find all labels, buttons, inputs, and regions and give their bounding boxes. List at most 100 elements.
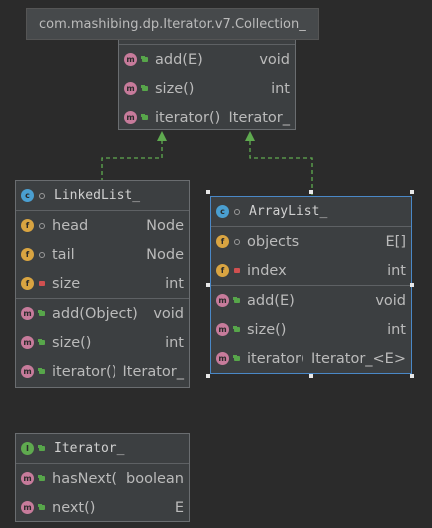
package-visibility-icon [232,207,241,216]
field-name: index [247,262,287,279]
return-type: void [375,292,406,309]
field-icon: f [21,248,34,261]
public-visibility-icon [140,113,149,122]
public-visibility-icon [37,338,46,347]
return-type: boolean [126,470,184,487]
method-icon: m [21,336,34,349]
public-visibility-icon [232,325,241,334]
collection-method-row[interactable]: m add(E) void [119,45,295,74]
public-visibility-icon [140,84,149,93]
resize-handle-ne[interactable] [410,190,414,194]
method-name: size() [247,321,287,338]
linkedlist-class-node[interactable]: c LinkedList_ f head Node f tail Node f … [15,180,190,388]
method-row[interactable]: m size() int [211,315,411,344]
return-type: int [387,321,406,338]
return-type: void [259,51,290,68]
tooltip-text: com.mashibing.dp.Iterator.v7.Collection_ [39,16,306,32]
package-visibility-icon [37,250,46,259]
resize-handle-se[interactable] [410,374,414,378]
method-icon: m [124,53,137,66]
field-icon: f [21,219,34,232]
return-type: void [153,305,184,322]
public-visibility-icon [37,309,46,318]
iterator-interface-node[interactable]: I Iterator_ m hasNext() boolean m next()… [15,433,190,522]
qualified-name-tooltip: com.mashibing.dp.Iterator.v7.Collection_ [26,8,319,40]
public-visibility-icon [37,474,46,483]
method-icon: m [216,294,229,307]
return-type: int [165,334,184,351]
arraylist-arrowhead [245,131,255,141]
method-icon: m [216,323,229,336]
arraylist-class-node[interactable]: c ArrayList_ f objects E[] f index int m… [210,196,412,374]
method-icon: m [21,472,34,485]
method-row[interactable]: m iterator() Iterator_<E> [211,344,411,373]
public-visibility-icon [37,444,46,453]
linkedlist-realization-arrow [101,140,163,182]
collection-method-row[interactable]: m iterator() Iterator_ [119,103,295,132]
field-type: int [387,262,406,279]
return-type: E [174,499,184,516]
interface-header: I Iterator_ [16,434,189,464]
method-icon: m [124,111,137,124]
method-name: iterator() [52,363,115,380]
lock-icon [232,266,241,275]
field-row[interactable]: f objects E[] [211,227,411,256]
class-header: c ArrayList_ [211,197,411,227]
field-row[interactable]: f size int [16,269,189,298]
resize-handle-sw[interactable] [206,374,210,378]
method-name: next() [52,499,96,516]
return-type: int [271,80,290,97]
method-row[interactable]: m size() int [16,328,189,357]
field-name: objects [247,233,300,250]
method-name: iterator() [155,109,221,126]
resize-handle-n[interactable] [309,190,313,194]
field-row[interactable]: f index int [211,256,411,285]
resize-handle-e[interactable] [410,283,414,287]
method-name: add(Object) [52,305,138,322]
method-name: size() [52,334,92,351]
method-name: size() [155,80,195,97]
method-name: add(E) [247,292,295,309]
return-type: Iterator_ [122,363,185,380]
method-name: iterator() [247,350,303,367]
method-row[interactable]: m next() E [16,493,189,522]
field-type: Node [146,217,184,234]
method-icon: m [216,352,229,365]
public-visibility-icon [232,296,241,305]
return-type: Iterator_ [228,109,291,126]
field-type: Node [146,246,184,263]
public-visibility-icon [37,503,46,512]
resize-handle-nw[interactable] [206,190,210,194]
resize-handle-s[interactable] [309,374,313,378]
field-icon: f [216,235,229,248]
method-row[interactable]: m hasNext() boolean [16,464,189,493]
class-title: ArrayList_ [249,204,328,219]
method-icon: m [124,82,137,95]
field-row[interactable]: f head Node [16,211,189,240]
lock-icon [37,279,46,288]
field-row[interactable]: f tail Node [16,240,189,269]
field-type: int [165,275,184,292]
method-row[interactable]: m iterator() Iterator_ [16,357,189,386]
field-type: E[] [385,233,406,250]
public-visibility-icon [232,354,241,363]
method-name: add(E) [155,51,203,68]
field-name: size [52,275,81,292]
collection-method-row[interactable]: m size() int [119,74,295,103]
field-name: tail [52,246,75,263]
class-header: c LinkedList_ [16,181,189,211]
method-row[interactable]: m add(E) void [211,286,411,315]
resize-handle-w[interactable] [206,283,210,287]
interface-title: Iterator_ [54,441,125,456]
method-icon: m [21,307,34,320]
class-icon: c [216,205,229,218]
class-title: LinkedList_ [54,188,141,203]
method-row[interactable]: m add(Object) void [16,299,189,328]
return-type: Iterator_<E> [311,350,406,367]
arraylist-realization-arrow [249,140,313,195]
class-icon: c [21,189,34,202]
interface-icon: I [21,442,34,455]
field-icon: f [216,264,229,277]
package-visibility-icon [232,237,241,246]
package-visibility-icon [37,191,46,200]
